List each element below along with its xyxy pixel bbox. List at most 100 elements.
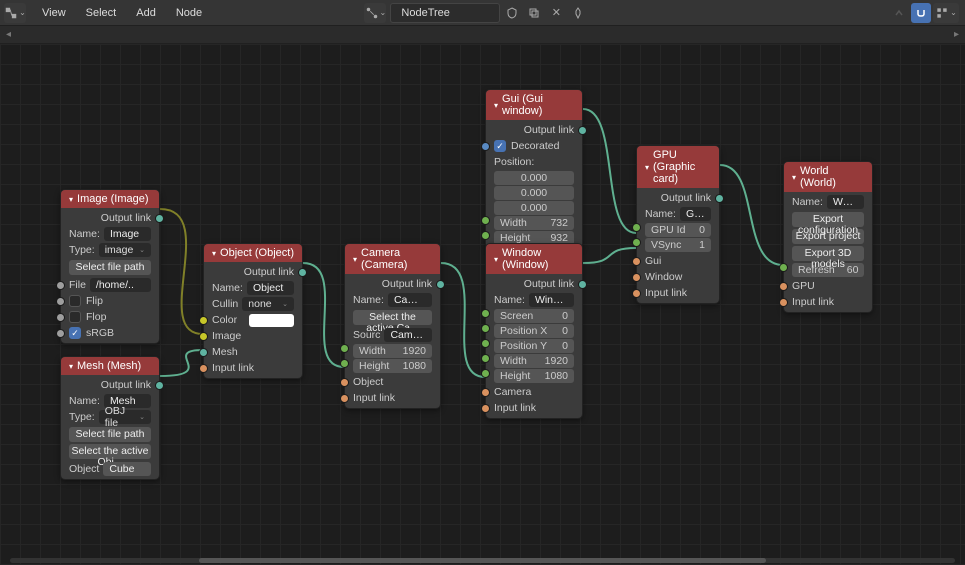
position-y[interactable]: 0.000	[494, 186, 574, 200]
input-socket[interactable]	[632, 289, 641, 298]
menu-view[interactable]: View	[32, 3, 76, 23]
color-socket[interactable]	[199, 316, 208, 325]
editor-type-selector[interactable]: ⌄	[4, 3, 26, 23]
vsync-field[interactable]: VSync1	[645, 238, 711, 252]
collapse-icon[interactable]: ▾	[212, 249, 216, 258]
node-mesh[interactable]: ▾Mesh (Mesh) Output link Name:Mesh Type:…	[60, 356, 160, 480]
type-dropdown[interactable]: image⌄	[99, 243, 151, 257]
srgb-checkbox[interactable]	[69, 327, 81, 339]
output-socket[interactable]	[715, 194, 724, 203]
source-field[interactable]: Camera	[384, 328, 432, 342]
gpuid-field[interactable]: GPU Id0	[645, 223, 711, 237]
collapse-icon[interactable]: ▾	[69, 195, 73, 204]
input-socket[interactable]	[779, 298, 788, 307]
scrollbar-thumb[interactable]	[199, 558, 766, 563]
collapse-icon[interactable]: ▾	[353, 255, 357, 264]
posx-field[interactable]: Position X0	[494, 324, 574, 338]
refresh-field[interactable]: Refresh rate60	[792, 263, 864, 277]
node-header[interactable]: ▾World (World)	[784, 162, 872, 192]
menu-node[interactable]: Node	[166, 3, 212, 23]
collapse-icon[interactable]: ▾	[494, 255, 498, 264]
position-x[interactable]: 0.000	[494, 171, 574, 185]
output-socket[interactable]	[155, 214, 164, 223]
input-socket[interactable]	[56, 313, 65, 322]
node-header[interactable]: ▾Gui (Gui window)	[486, 90, 582, 120]
image-socket[interactable]	[199, 332, 208, 341]
node-gpu[interactable]: ▾GPU (Graphic card) Output link Name:GPU…	[636, 145, 720, 304]
export-project-button[interactable]: Export project	[792, 229, 864, 244]
collapse-icon[interactable]: ▾	[69, 362, 73, 371]
width-field[interactable]: Width1920	[353, 344, 432, 358]
node-window[interactable]: ▾Window (Window) Output link Name:Window…	[485, 243, 583, 419]
tree-type-selector[interactable]: ⌄	[364, 3, 386, 23]
camera-socket[interactable]	[481, 388, 490, 397]
height-field[interactable]: Height1080	[494, 369, 574, 383]
width-field[interactable]: Width732	[494, 216, 574, 230]
type-dropdown[interactable]: OBJ file⌄	[99, 410, 151, 424]
node-header[interactable]: ▾Object (Object)	[204, 244, 302, 262]
decorated-checkbox[interactable]	[494, 140, 506, 152]
flip-checkbox[interactable]	[69, 295, 81, 307]
breadcrumb-right-icon[interactable]: ▸	[954, 29, 959, 40]
node-world[interactable]: ▾World (World) Name:World Export configu…	[783, 161, 873, 313]
node-canvas[interactable]: ▾Image (Image) Output link Name:Image Ty…	[0, 44, 965, 565]
flop-checkbox[interactable]	[69, 311, 81, 323]
color-swatch[interactable]	[249, 314, 294, 327]
unlink-icon[interactable]: ✕	[546, 3, 566, 23]
export-models-button[interactable]: Export 3D models	[792, 246, 864, 261]
collapse-icon[interactable]: ▾	[792, 173, 796, 182]
input-socket[interactable]	[56, 329, 65, 338]
screen-field[interactable]: Screen0	[494, 309, 574, 323]
input-socket[interactable]	[481, 404, 490, 413]
node-gui[interactable]: ▾Gui (Gui window) Output link Decorated …	[485, 89, 583, 249]
node-object[interactable]: ▾Object (Object) Output link Name:Object…	[203, 243, 303, 379]
object-socket[interactable]	[340, 378, 349, 387]
name-field[interactable]: Window	[529, 293, 574, 307]
window-socket[interactable]	[632, 273, 641, 282]
input-socket[interactable]	[56, 297, 65, 306]
height-field[interactable]: Height1080	[353, 359, 432, 373]
input-socket[interactable]	[481, 142, 490, 151]
node-header[interactable]: ▾GPU (Graphic card)	[637, 146, 719, 188]
shield-icon[interactable]	[502, 3, 522, 23]
menu-add[interactable]: Add	[126, 3, 166, 23]
gpu-socket[interactable]	[779, 282, 788, 291]
output-socket[interactable]	[578, 126, 587, 135]
snap-icon[interactable]	[911, 3, 931, 23]
node-header[interactable]: ▾Image (Image)	[61, 190, 159, 208]
menu-select[interactable]: Select	[76, 3, 127, 23]
name-field[interactable]: Camera	[388, 293, 432, 307]
pin-icon[interactable]	[568, 3, 588, 23]
output-socket[interactable]	[578, 280, 587, 289]
object-field[interactable]: Cube	[103, 462, 151, 476]
input-socket[interactable]	[56, 281, 65, 290]
node-camera[interactable]: ▾Camera (Camera) Output link Name:Camera…	[344, 243, 441, 409]
select-file-button[interactable]: Select file path	[69, 427, 151, 442]
horizontal-scrollbar[interactable]	[10, 558, 955, 563]
mesh-socket[interactable]	[199, 348, 208, 357]
width-field[interactable]: Width1920	[494, 354, 574, 368]
input-socket[interactable]	[199, 364, 208, 373]
name-field[interactable]: GPU	[680, 207, 711, 221]
output-socket[interactable]	[436, 280, 445, 289]
node-header[interactable]: ▾Window (Window)	[486, 244, 582, 274]
name-field[interactable]: World	[827, 195, 864, 209]
nodetree-name-input[interactable]	[390, 3, 500, 23]
output-socket[interactable]	[155, 381, 164, 390]
node-header[interactable]: ▾Camera (Camera)	[345, 244, 440, 274]
collapse-icon[interactable]: ▾	[645, 163, 649, 172]
overlay-selector[interactable]: ⌄	[933, 3, 959, 23]
select-file-button[interactable]: Select file path	[69, 260, 151, 275]
duplicate-icon[interactable]	[524, 3, 544, 23]
gui-socket[interactable]	[632, 257, 641, 266]
select-object-button[interactable]: Select the active Obj...	[69, 444, 151, 459]
parent-icon[interactable]	[889, 3, 909, 23]
collapse-icon[interactable]: ▾	[494, 101, 498, 110]
file-field[interactable]: /home/..	[90, 278, 151, 292]
output-socket[interactable]	[298, 268, 307, 277]
name-field[interactable]: Object	[247, 281, 294, 295]
name-field[interactable]: Image	[104, 227, 151, 241]
select-camera-button[interactable]: Select the active Ca...	[353, 310, 432, 325]
posy-field[interactable]: Position Y0	[494, 339, 574, 353]
position-z[interactable]: 0.000	[494, 201, 574, 215]
